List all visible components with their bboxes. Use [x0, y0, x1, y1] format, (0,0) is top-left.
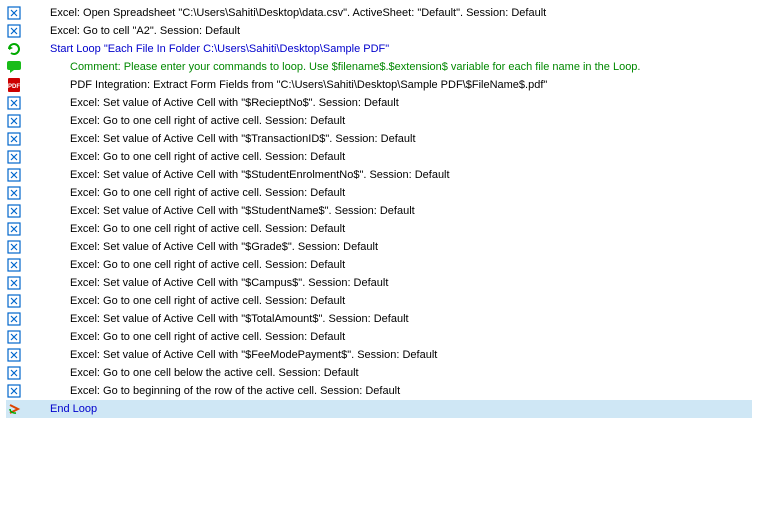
excel-icon [6, 311, 22, 327]
script-line[interactable]: Excel: Open Spreadsheet "C:\Users\Sahiti… [6, 4, 752, 22]
script-line[interactable]: Excel: Set value of Active Cell with "$T… [6, 310, 752, 328]
excel-icon [6, 23, 22, 39]
pdf-icon: PDF [6, 77, 22, 93]
script-line-text: Excel: Go to one cell right of active ce… [70, 220, 345, 238]
excel-icon [6, 257, 22, 273]
script-line[interactable]: Excel: Set value of Active Cell with "$S… [6, 202, 752, 220]
script-line-text: Comment: Please enter your commands to l… [70, 58, 641, 76]
excel-icon [6, 113, 22, 129]
script-line-text: Excel: Set value of Active Cell with "$T… [70, 310, 409, 328]
excel-icon [6, 5, 22, 21]
script-line-text: Excel: Set value of Active Cell with "$S… [70, 166, 450, 184]
script-line[interactable]: Start Loop "Each File In Folder C:\Users… [6, 40, 752, 58]
script-line[interactable]: Excel: Go to one cell right of active ce… [6, 112, 752, 130]
loop-start-icon [6, 41, 22, 57]
excel-icon [6, 329, 22, 345]
script-line[interactable]: Excel: Go to beginning of the row of the… [6, 382, 752, 400]
script-line[interactable]: Excel: Set value of Active Cell with "$S… [6, 166, 752, 184]
script-line[interactable]: Excel: Set value of Active Cell with "$F… [6, 346, 752, 364]
svg-text:PDF: PDF [8, 84, 20, 90]
script-line[interactable]: Excel: Set value of Active Cell with "$G… [6, 238, 752, 256]
script-line-text: Excel: Go to one cell right of active ce… [70, 256, 345, 274]
excel-icon [6, 131, 22, 147]
script-line[interactable]: End Loop [6, 400, 752, 418]
script-line-text: Excel: Go to one cell right of active ce… [70, 148, 345, 166]
script-line-text: Excel: Go to one cell below the active c… [70, 364, 359, 382]
excel-icon [6, 167, 22, 183]
script-line-text: Excel: Go to one cell right of active ce… [70, 292, 345, 310]
script-line[interactable]: Excel: Go to one cell below the active c… [6, 364, 752, 382]
excel-icon [6, 185, 22, 201]
script-line-text: End Loop [50, 400, 97, 418]
excel-icon [6, 149, 22, 165]
excel-icon [6, 239, 22, 255]
script-line-text: Excel: Set value of Active Cell with "$G… [70, 238, 378, 256]
script-lines-container: Excel: Open Spreadsheet "C:\Users\Sahiti… [6, 4, 752, 418]
script-line[interactable]: Comment: Please enter your commands to l… [6, 58, 752, 76]
excel-icon [6, 221, 22, 237]
script-line-text: Excel: Set value of Active Cell with "$C… [70, 274, 388, 292]
excel-icon [6, 275, 22, 291]
script-line-text: Excel: Go to cell "A2". Session: Default [50, 22, 240, 40]
script-line[interactable]: Excel: Set value of Active Cell with "$C… [6, 274, 752, 292]
excel-icon [6, 95, 22, 111]
script-line-text: Excel: Go to one cell right of active ce… [70, 184, 345, 202]
loop-end-icon [6, 401, 22, 417]
excel-icon [6, 293, 22, 309]
script-line[interactable]: Excel: Go to one cell right of active ce… [6, 328, 752, 346]
script-line[interactable]: Excel: Go to one cell right of active ce… [6, 148, 752, 166]
script-line-text: Excel: Go to beginning of the row of the… [70, 382, 400, 400]
script-line[interactable]: Excel: Go to one cell right of active ce… [6, 220, 752, 238]
comment-icon [6, 59, 22, 75]
excel-icon [6, 347, 22, 363]
script-line-text: Excel: Go to one cell right of active ce… [70, 112, 345, 130]
script-line[interactable]: Excel: Go to one cell right of active ce… [6, 292, 752, 310]
script-line-text: Excel: Set value of Active Cell with "$S… [70, 202, 415, 220]
script-line[interactable]: Excel: Go to cell "A2". Session: Default [6, 22, 752, 40]
script-line[interactable]: Excel: Set value of Active Cell with "$T… [6, 130, 752, 148]
excel-icon [6, 383, 22, 399]
script-line-text: Start Loop "Each File In Folder C:\Users… [50, 40, 389, 58]
script-line[interactable]: Excel: Go to one cell right of active ce… [6, 256, 752, 274]
excel-icon [6, 365, 22, 381]
script-line-text: Excel: Go to one cell right of active ce… [70, 328, 345, 346]
script-line-text: Excel: Open Spreadsheet "C:\Users\Sahiti… [50, 4, 546, 22]
script-line-text: Excel: Set value of Active Cell with "$T… [70, 130, 416, 148]
excel-icon [6, 203, 22, 219]
script-line-text: Excel: Set value of Active Cell with "$F… [70, 346, 437, 364]
script-line-text: PDF Integration: Extract Form Fields fro… [70, 76, 547, 94]
script-line[interactable]: PDF PDF Integration: Extract Form Fields … [6, 76, 752, 94]
script-line[interactable]: Excel: Set value of Active Cell with "$R… [6, 94, 752, 112]
script-line-text: Excel: Set value of Active Cell with "$R… [70, 94, 399, 112]
script-line[interactable]: Excel: Go to one cell right of active ce… [6, 184, 752, 202]
